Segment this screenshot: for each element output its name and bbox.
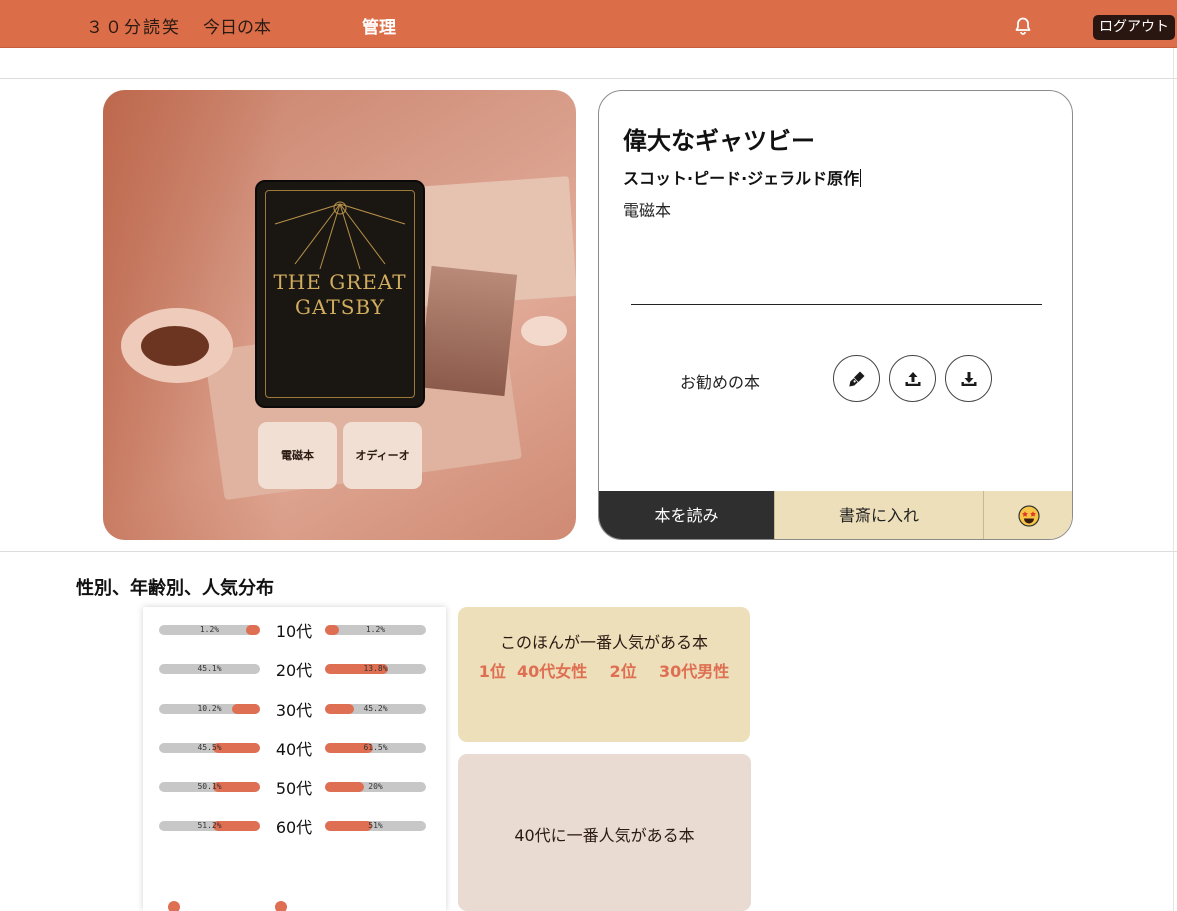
cover-ornament <box>274 201 406 270</box>
bar-value: 45.1% <box>197 664 222 673</box>
section-title: 性別、年齢別、人気分布 <box>76 578 274 599</box>
male-bar: 20% <box>325 782 426 792</box>
book-info-card: 偉大なギャツビー スコット·ピード·ジェラルド原作 電磁本 お勧めの本 本を読み… <box>598 90 1073 540</box>
popular-ranking: 1位 40代女性 2位 30代男性 <box>478 662 730 681</box>
female-bar: 45.5% <box>159 743 260 753</box>
pen-icon <box>849 371 865 387</box>
male-bar: 51% <box>325 821 426 831</box>
share-button[interactable] <box>889 355 936 402</box>
male-bar: 13.8% <box>325 664 426 674</box>
upload-icon <box>905 372 921 386</box>
age-label: 30代 <box>275 701 313 720</box>
scrollbar-edge <box>1173 48 1174 911</box>
bar-value: 51.2% <box>197 821 222 830</box>
book-author-text: スコット·ピード·ジェラルド原作 <box>623 169 860 188</box>
bar-value: 1.2% <box>199 625 220 634</box>
review-button[interactable] <box>833 355 880 402</box>
bar-value: 13.8% <box>363 664 388 673</box>
age-popular-title: 40代に一番人気がある本 <box>514 826 695 845</box>
book-title: 偉大なギャツビー <box>623 127 815 155</box>
book-cover[interactable]: THE GREAT GATSBY <box>255 180 425 408</box>
female-bar: 51.2% <box>159 821 260 831</box>
bar-value: 45.5% <box>197 743 222 752</box>
bar-value: 61.5% <box>363 743 388 752</box>
male-bar: 45.2% <box>325 704 426 714</box>
download-icon <box>961 372 977 386</box>
format-ebook-button[interactable]: 電磁本 <box>258 422 337 489</box>
card-action-bar: 本を読み 書斎に入れ <box>599 491 1072 539</box>
reaction-button[interactable] <box>983 491 1072 539</box>
text-caret <box>860 169 862 187</box>
age-popular-book-box[interactable]: 40代に一番人気がある本 <box>458 754 751 911</box>
legend-dot <box>168 901 180 911</box>
age-row: 51.2% 60代 51% <box>143 810 446 840</box>
most-popular-box[interactable]: このほんが一番人気がある本 1位 40代女性 2位 30代男性 <box>458 607 750 742</box>
age-label: 60代 <box>275 818 313 837</box>
bar-value: 10.2% <box>197 704 222 713</box>
hero-backdrop <box>141 326 209 366</box>
divider-line <box>0 551 1177 552</box>
age-row: 45.1% 20代 13.8% <box>143 653 446 683</box>
recommend-label: お勧めの本 <box>680 373 761 392</box>
bar-value: 51% <box>368 821 383 830</box>
top-navbar: ３０分読笑 今日の本 管理 ログアウト <box>0 0 1177 48</box>
male-bar: 1.2% <box>325 625 426 635</box>
bar-value: 20% <box>368 782 383 791</box>
female-bar: 1.2% <box>159 625 260 635</box>
male-bar: 61.5% <box>325 743 426 753</box>
bar-value: 50.1% <box>197 782 222 791</box>
hero-banner: THE GREAT GATSBY 電磁本 オディーオ <box>103 90 576 540</box>
book-author: スコット·ピード·ジェラルド原作 <box>623 165 862 189</box>
read-book-button[interactable]: 本を読み <box>599 491 774 539</box>
download-button[interactable] <box>945 355 992 402</box>
book-format: 電磁本 <box>623 201 672 220</box>
female-bar: 10.2% <box>159 704 260 714</box>
age-row: 10.2% 30代 45.2% <box>143 693 446 723</box>
age-row: 1.2% 10代 1.2% <box>143 614 446 644</box>
age-label: 40代 <box>275 740 313 759</box>
star-eyes-emoji-icon <box>1018 505 1040 527</box>
divider-line <box>0 78 1177 79</box>
format-audio-button[interactable]: オディーオ <box>343 422 422 489</box>
hero-backdrop <box>521 316 567 346</box>
nav-admin-link[interactable]: 管理 <box>362 13 396 38</box>
bar-value: 45.2% <box>363 704 388 713</box>
age-distribution-panel: 1.2% 10代 1.2% 45.1% 20代 13.8% 10.2% 30代 … <box>143 607 446 911</box>
hero-backdrop <box>418 265 518 397</box>
logout-button[interactable]: ログアウト <box>1093 15 1175 40</box>
female-bar: 45.1% <box>159 664 260 674</box>
age-row: 50.1% 50代 20% <box>143 771 446 801</box>
age-label: 50代 <box>275 779 313 798</box>
legend-dot <box>275 901 287 911</box>
nav-today-link[interactable]: 今日の本 <box>203 13 271 38</box>
age-row: 45.5% 40代 61.5% <box>143 732 446 762</box>
cover-title: THE GREAT GATSBY <box>273 270 407 319</box>
nav-brand-link[interactable]: ３０分読笑 <box>86 13 181 38</box>
popular-title: このほんが一番人気がある本 <box>499 633 708 652</box>
divider-line <box>631 304 1042 305</box>
add-to-shelf-button[interactable]: 書斎に入れ <box>774 491 983 539</box>
bar-value: 1.2% <box>365 625 386 634</box>
bell-icon[interactable] <box>1013 16 1033 36</box>
age-label: 20代 <box>275 661 313 680</box>
age-label: 10代 <box>275 622 313 641</box>
female-bar: 50.1% <box>159 782 260 792</box>
